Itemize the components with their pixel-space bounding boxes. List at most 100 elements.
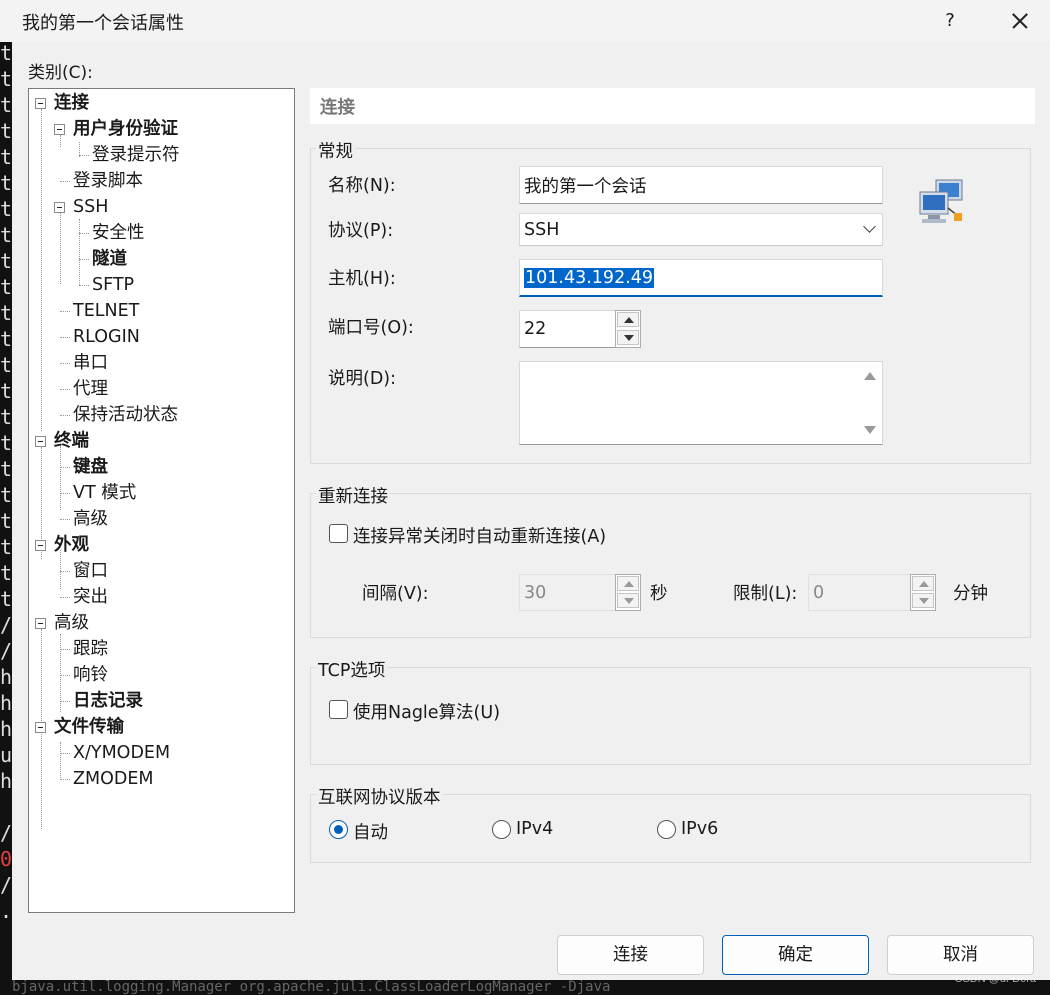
port-spinner[interactable] [615, 310, 641, 348]
name-input[interactable]: 我的第一个会话 [519, 166, 883, 204]
tree-item[interactable]: 保持活动状态 [73, 403, 178, 427]
radio-auto-label[interactable]: 自动 [353, 819, 388, 844]
background-char: t [0, 561, 12, 585]
scroll-down-icon[interactable] [864, 426, 876, 434]
session-properties-dialog: 我的第一个会话属性 ? 类别(C): 连接 用户身份验证 登录提示符 登录脚本 SSH 安… [0, 0, 1050, 980]
category-label: 类别(C): [28, 63, 93, 83]
background-char: / [0, 821, 12, 845]
interval-spinner[interactable] [615, 574, 641, 611]
tree-item[interactable]: 键盘 [73, 455, 108, 479]
background-char: t [0, 327, 12, 351]
section-header: 连接 [310, 88, 1035, 124]
tree-item[interactable]: 登录提示符 [92, 143, 180, 167]
tree-expander-icon[interactable] [35, 618, 46, 629]
tree-item[interactable]: VT 模式 [73, 481, 136, 505]
reconnect-group-title: 重新连接 [316, 483, 390, 508]
background-char: t [0, 509, 12, 533]
name-label: 名称(N): [328, 176, 396, 196]
background-char: h [0, 717, 12, 741]
radio-ipv4[interactable] [492, 820, 511, 839]
tree-item[interactable]: 窗口 [73, 559, 108, 583]
tree-expander-icon[interactable] [54, 124, 65, 135]
tree-item[interactable]: ZMODEM [73, 767, 154, 791]
tree-expander-icon[interactable] [35, 98, 46, 109]
limit-label: 限制(L): [733, 584, 798, 604]
background-char: t [0, 587, 12, 611]
tree-item[interactable]: 登录脚本 [73, 169, 143, 193]
tree-item[interactable]: 连接 [54, 91, 89, 115]
radio-ipv6-label[interactable]: IPv6 [681, 819, 718, 839]
background-char: t [0, 483, 12, 507]
interval-input[interactable]: 30 [519, 574, 617, 611]
tree-item[interactable]: 代理 [73, 377, 108, 401]
nagle-checkbox[interactable] [329, 700, 348, 719]
tree-item[interactable]: 响铃 [73, 663, 108, 687]
background-char: h [0, 769, 12, 793]
tree-item[interactable]: SFTP [92, 273, 134, 297]
background-char: h [0, 665, 12, 689]
description-textarea[interactable] [519, 361, 883, 445]
tree-item[interactable]: 外观 [54, 533, 89, 557]
tree-item[interactable]: 文件传输 [54, 715, 124, 739]
scroll-up-icon[interactable] [864, 372, 876, 380]
limit-input[interactable]: 0 [808, 574, 912, 611]
tree-item[interactable]: 突出 [73, 585, 108, 609]
radio-ipv6[interactable] [657, 820, 676, 839]
interval-up-arrow-icon[interactable] [617, 576, 639, 591]
cancel-button[interactable]: 取消 [887, 935, 1034, 975]
tree-item[interactable]: 日志记录 [73, 689, 143, 713]
host-input[interactable]: 101.43.192.49 [519, 259, 883, 297]
protocol-select[interactable]: SSH [519, 213, 883, 246]
general-group-title: 常规 [316, 138, 355, 163]
tree-expander-icon[interactable] [35, 436, 46, 447]
background-char: t [0, 197, 12, 221]
background-char: t [0, 145, 12, 169]
tree-item[interactable]: 跟踪 [73, 637, 108, 661]
tree-item[interactable]: 隧道 [92, 247, 127, 271]
reconnect-group [310, 493, 1031, 638]
limit-down-arrow-icon[interactable] [912, 593, 934, 608]
section-title: 连接 [320, 98, 355, 118]
tree-item[interactable]: 串口 [73, 351, 108, 375]
background-char: t [0, 301, 12, 325]
port-input[interactable]: 22 [519, 310, 617, 348]
auto-reconnect-label[interactable]: 连接异常关闭时自动重新连接(A) [353, 523, 606, 548]
tree-item[interactable]: 终端 [54, 429, 89, 453]
tree-expander-icon[interactable] [35, 722, 46, 733]
ip-version-group-title: 互联网协议版本 [316, 784, 443, 809]
tree-item[interactable]: 高级 [54, 611, 89, 635]
limit-up-arrow-icon[interactable] [912, 576, 934, 591]
title-bar: 我的第一个会话属性 ? [0, 0, 1050, 42]
tree-item[interactable]: X/YMODEM [73, 741, 170, 765]
protocol-value: SSH [524, 219, 560, 240]
port-down-arrow-icon[interactable] [617, 330, 639, 345]
connect-button[interactable]: 连接 [557, 935, 704, 975]
tree-item[interactable]: TELNET [73, 299, 139, 323]
background-char: h [0, 691, 12, 715]
limit-spinner[interactable] [910, 574, 936, 611]
tree-item[interactable]: RLOGIN [73, 325, 140, 349]
tree-item[interactable]: 安全性 [92, 221, 145, 245]
ok-button[interactable]: 确定 [722, 935, 869, 975]
tree-item[interactable]: 用户身份验证 [73, 117, 178, 141]
background-char: 0 [0, 847, 12, 871]
tree-expander-icon[interactable] [54, 202, 65, 213]
radio-auto[interactable] [329, 820, 348, 839]
interval-down-arrow-icon[interactable] [617, 593, 639, 608]
tree-item[interactable]: SSH [73, 195, 108, 219]
category-tree[interactable]: 连接 用户身份验证 登录提示符 登录脚本 SSH 安全性 隧道 SFTP TELNET RLOGI… [28, 88, 295, 913]
radio-ipv4-label[interactable]: IPv4 [516, 819, 553, 839]
network-connection-icon [919, 179, 963, 223]
auto-reconnect-checkbox[interactable] [329, 524, 348, 543]
background-char: t [0, 93, 12, 117]
nagle-label[interactable]: 使用Nagle算法(U) [353, 699, 500, 724]
background-char: t [0, 171, 12, 195]
tree-expander-icon[interactable] [35, 540, 46, 551]
close-icon[interactable] [998, 4, 1042, 38]
background-char: . [0, 899, 12, 923]
tree-item[interactable]: 高级 [73, 507, 108, 531]
port-up-arrow-icon[interactable] [617, 312, 639, 327]
help-button[interactable]: ? [930, 4, 970, 38]
protocol-label: 协议(P): [328, 221, 394, 241]
interval-unit: 秒 [650, 584, 668, 604]
